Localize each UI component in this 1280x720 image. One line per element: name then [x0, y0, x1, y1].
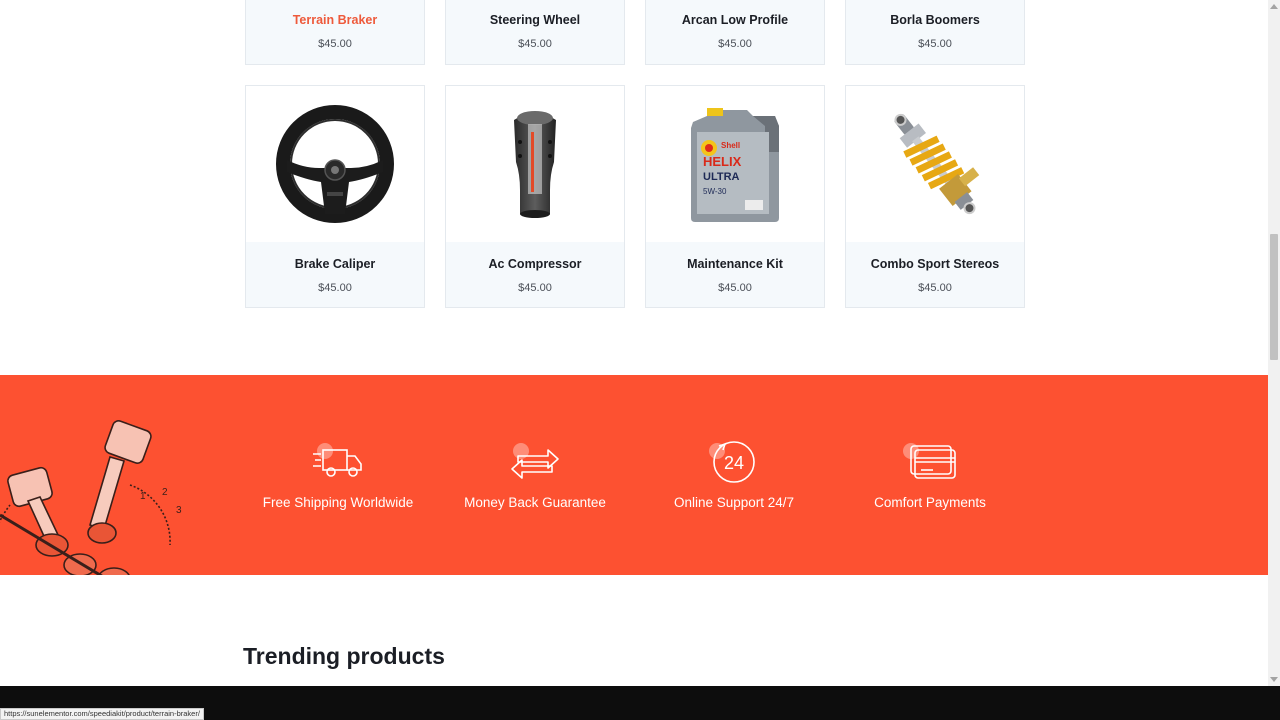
- product-card[interactable]: Brake Caliper $45.00: [245, 85, 425, 308]
- product-card[interactable]: Ac Compressor $45.00: [445, 85, 625, 308]
- product-card[interactable]: Arcan Low Profile $45.00: [645, 0, 825, 65]
- product-price: $45.00: [518, 38, 552, 50]
- product-price: $45.00: [518, 282, 552, 294]
- section-title: Trending products: [243, 643, 445, 669]
- product-image[interactable]: [446, 86, 624, 242]
- product-name[interactable]: Maintenance Kit: [646, 257, 824, 271]
- shock-absorber-image: [894, 113, 980, 215]
- support-24-icon: 24: [713, 441, 755, 483]
- feature-label: Online Support 24/7: [673, 495, 795, 510]
- product-grid-bottom: Brake Caliper $45.00 Ac Compressor $45.0…: [245, 85, 1025, 308]
- product-price: $45.00: [918, 38, 952, 50]
- product-price: $45.00: [318, 38, 352, 50]
- status-url: https://sunelementor.com/speediakit/prod…: [0, 708, 204, 720]
- engine-mark: 2: [162, 487, 168, 498]
- scroll-up-icon[interactable]: [1270, 4, 1278, 9]
- delivery-truck-icon: [313, 449, 362, 477]
- support-24-text: 24: [724, 453, 744, 473]
- product-card[interactable]: Combo Sport Stereos $45.00: [845, 85, 1025, 308]
- product-name[interactable]: Steering Wheel: [446, 13, 624, 27]
- product-card[interactable]: Steering Wheel $45.00: [445, 0, 625, 65]
- exchange-arrows-icon: [511, 449, 559, 479]
- product-card[interactable]: Shell HELIX ULTRA 5W-30 Maintenance Kit …: [645, 85, 825, 308]
- product-name[interactable]: Ac Compressor: [446, 257, 624, 271]
- product-name[interactable]: Terrain Braker: [246, 13, 424, 27]
- scrollbar-thumb[interactable]: [1270, 234, 1278, 360]
- oil-grade-text: 5W-30: [703, 187, 727, 196]
- product-card[interactable]: Terrain Braker $45.00: [245, 0, 425, 65]
- features-band: 1 2 3 Free Shipping Worldwide Money Back…: [0, 375, 1268, 575]
- engine-mark: 3: [176, 505, 182, 516]
- product-image[interactable]: Shell HELIX ULTRA 5W-30: [646, 86, 824, 242]
- product-price: $45.00: [718, 38, 752, 50]
- vertical-scrollbar[interactable]: [1268, 0, 1280, 686]
- product-price: $45.00: [918, 282, 952, 294]
- oil-brand-text: Shell: [721, 141, 740, 150]
- oil-jug-image: Shell HELIX ULTRA 5W-30: [691, 108, 779, 222]
- scroll-down-icon[interactable]: [1270, 677, 1278, 682]
- product-image[interactable]: [846, 86, 1024, 242]
- product-price: $45.00: [718, 282, 752, 294]
- product-grid-top: Terrain Braker $45.00 Steering Wheel $45…: [245, 0, 1025, 65]
- oil-variant-text: ULTRA: [703, 171, 740, 183]
- product-name[interactable]: Arcan Low Profile: [646, 13, 824, 27]
- product-name[interactable]: Brake Caliper: [246, 257, 424, 271]
- credit-card-icon: [910, 445, 956, 479]
- product-price: $45.00: [318, 282, 352, 294]
- feature-label: Comfort Payments: [874, 495, 986, 510]
- product-card[interactable]: Borla Boomers $45.00: [845, 0, 1025, 65]
- oil-line-text: HELIX: [703, 154, 742, 169]
- engine-mark: 1: [140, 491, 146, 502]
- steering-wheel-image: [276, 105, 394, 223]
- product-image[interactable]: [246, 86, 424, 242]
- product-name[interactable]: Borla Boomers: [846, 13, 1024, 27]
- gear-shift-knob-image: [514, 111, 556, 218]
- engine-crankshaft-illustration: 1 2 3: [0, 420, 182, 575]
- product-name[interactable]: Combo Sport Stereos: [846, 257, 1024, 271]
- feature-label: Free Shipping Worldwide: [262, 495, 414, 510]
- feature-label: Money Back Guarantee: [464, 495, 606, 510]
